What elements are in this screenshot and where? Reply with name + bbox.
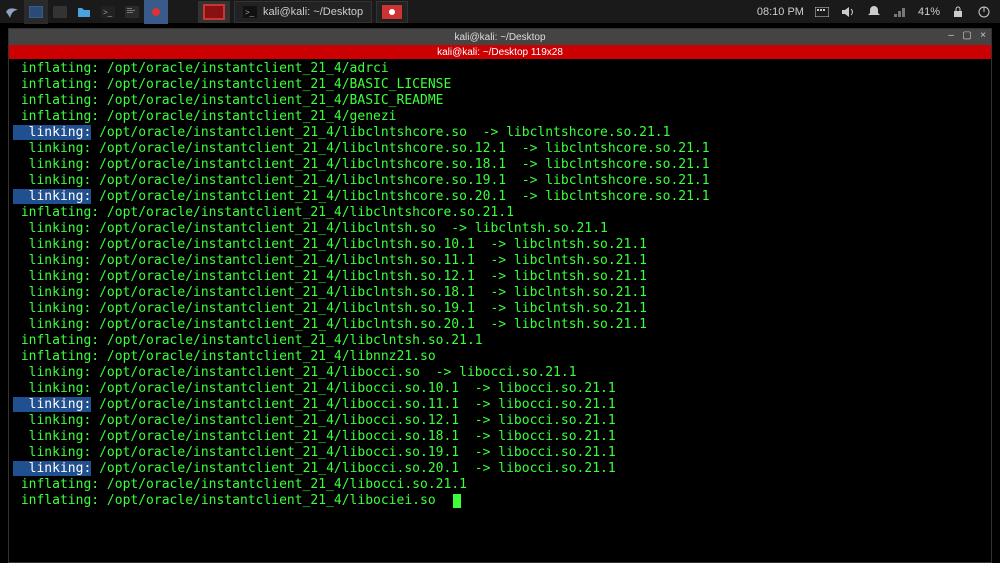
- window-title: kali@kali: ~/Desktop: [454, 32, 545, 43]
- terminal-launcher-icon[interactable]: >_: [96, 0, 120, 24]
- terminal-line: linking: /opt/oracle/instantclient_21_4/…: [13, 221, 987, 237]
- text-editor-icon[interactable]: [120, 0, 144, 24]
- terminal-line: linking: /opt/oracle/instantclient_21_4/…: [13, 381, 987, 397]
- terminal-line: inflating: /opt/oracle/instantclient_21_…: [13, 77, 987, 93]
- taskbar-recording-item[interactable]: [376, 1, 408, 23]
- terminal-icon: >_: [243, 5, 257, 19]
- terminal-line: inflating: /opt/oracle/instantclient_21_…: [13, 109, 987, 125]
- battery-percentage: 41%: [918, 6, 940, 18]
- terminal-output[interactable]: inflating: /opt/oracle/instantclient_21_…: [9, 59, 991, 562]
- terminal-line: linking: /opt/oracle/instantclient_21_4/…: [13, 253, 987, 269]
- terminal-line: linking: /opt/oracle/instantclient_21_4/…: [13, 397, 987, 413]
- terminal-line: linking: /opt/oracle/instantclient_21_4/…: [13, 269, 987, 285]
- terminal-line: linking: /opt/oracle/instantclient_21_4/…: [13, 141, 987, 157]
- power-icon[interactable]: [976, 4, 992, 20]
- taskbar-terminal-item[interactable]: >_ kali@kali: ~/Desktop: [234, 1, 372, 23]
- terminal-line: inflating: /opt/oracle/instantclient_21_…: [13, 93, 987, 109]
- terminal-line: linking: /opt/oracle/instantclient_21_4/…: [13, 461, 987, 477]
- system-panel: >_ >_ kali@kali: ~/Desktop 08:10 PM: [0, 0, 1000, 24]
- taskbar-workspace-thumb[interactable]: [198, 1, 230, 23]
- terminal-line: inflating: /opt/oracle/instantclient_21_…: [13, 205, 987, 221]
- window-subtitle-text: kali@kali: ~/Desktop 119x28: [437, 47, 563, 58]
- terminal-line: linking: /opt/oracle/instantclient_21_4/…: [13, 445, 987, 461]
- terminal-line: inflating: /opt/oracle/instantclient_21_…: [13, 493, 987, 509]
- terminal-line: inflating: /opt/oracle/instantclient_21_…: [13, 477, 987, 493]
- window-titlebar[interactable]: kali@kali: ~/Desktop – ▢ ×: [9, 29, 991, 45]
- terminal-line: linking: /opt/oracle/instantclient_21_4/…: [13, 125, 987, 141]
- kali-menu-icon[interactable]: [0, 0, 24, 24]
- app-switcher-icon[interactable]: [144, 0, 168, 24]
- svg-text:>_: >_: [245, 8, 255, 17]
- files-icon[interactable]: [72, 0, 96, 24]
- window-subtitle: kali@kali: ~/Desktop 119x28: [9, 45, 991, 59]
- minimize-button[interactable]: –: [945, 31, 957, 41]
- panel-left: >_ >_ kali@kali: ~/Desktop: [0, 0, 408, 24]
- terminal-line: linking: /opt/oracle/instantclient_21_4/…: [13, 237, 987, 253]
- workspace-1-icon[interactable]: [24, 0, 48, 24]
- terminal-line: linking: /opt/oracle/instantclient_21_4/…: [13, 429, 987, 445]
- terminal-line: linking: /opt/oracle/instantclient_21_4/…: [13, 317, 987, 333]
- notifications-icon[interactable]: [866, 4, 882, 20]
- terminal-line: inflating: /opt/oracle/instantclient_21_…: [13, 61, 987, 77]
- terminal-line: linking: /opt/oracle/instantclient_21_4/…: [13, 365, 987, 381]
- terminal-line: linking: /opt/oracle/instantclient_21_4/…: [13, 189, 987, 205]
- clock[interactable]: 08:10 PM: [757, 6, 804, 18]
- terminal-line: linking: /opt/oracle/instantclient_21_4/…: [13, 301, 987, 317]
- window-controls: – ▢ ×: [945, 31, 989, 41]
- terminal-line: inflating: /opt/oracle/instantclient_21_…: [13, 349, 987, 365]
- terminal-line: linking: /opt/oracle/instantclient_21_4/…: [13, 157, 987, 173]
- workspace-2-icon[interactable]: [48, 0, 72, 24]
- panel-right: 08:10 PM 41%: [757, 4, 1000, 20]
- volume-icon[interactable]: [840, 4, 856, 20]
- lock-icon[interactable]: [950, 4, 966, 20]
- terminal-line: linking: /opt/oracle/instantclient_21_4/…: [13, 173, 987, 189]
- keyboard-icon[interactable]: [814, 4, 830, 20]
- terminal-window: kali@kali: ~/Desktop – ▢ × kali@kali: ~/…: [8, 28, 992, 563]
- terminal-line: linking: /opt/oracle/instantclient_21_4/…: [13, 285, 987, 301]
- close-button[interactable]: ×: [977, 31, 989, 41]
- svg-text:>_: >_: [103, 8, 113, 17]
- terminal-line: inflating: /opt/oracle/instantclient_21_…: [13, 333, 987, 349]
- network-icon[interactable]: [892, 4, 908, 20]
- taskbar-item-label: kali@kali: ~/Desktop: [263, 6, 363, 18]
- terminal-cursor: [453, 494, 461, 508]
- maximize-button[interactable]: ▢: [961, 31, 973, 41]
- terminal-line: linking: /opt/oracle/instantclient_21_4/…: [13, 413, 987, 429]
